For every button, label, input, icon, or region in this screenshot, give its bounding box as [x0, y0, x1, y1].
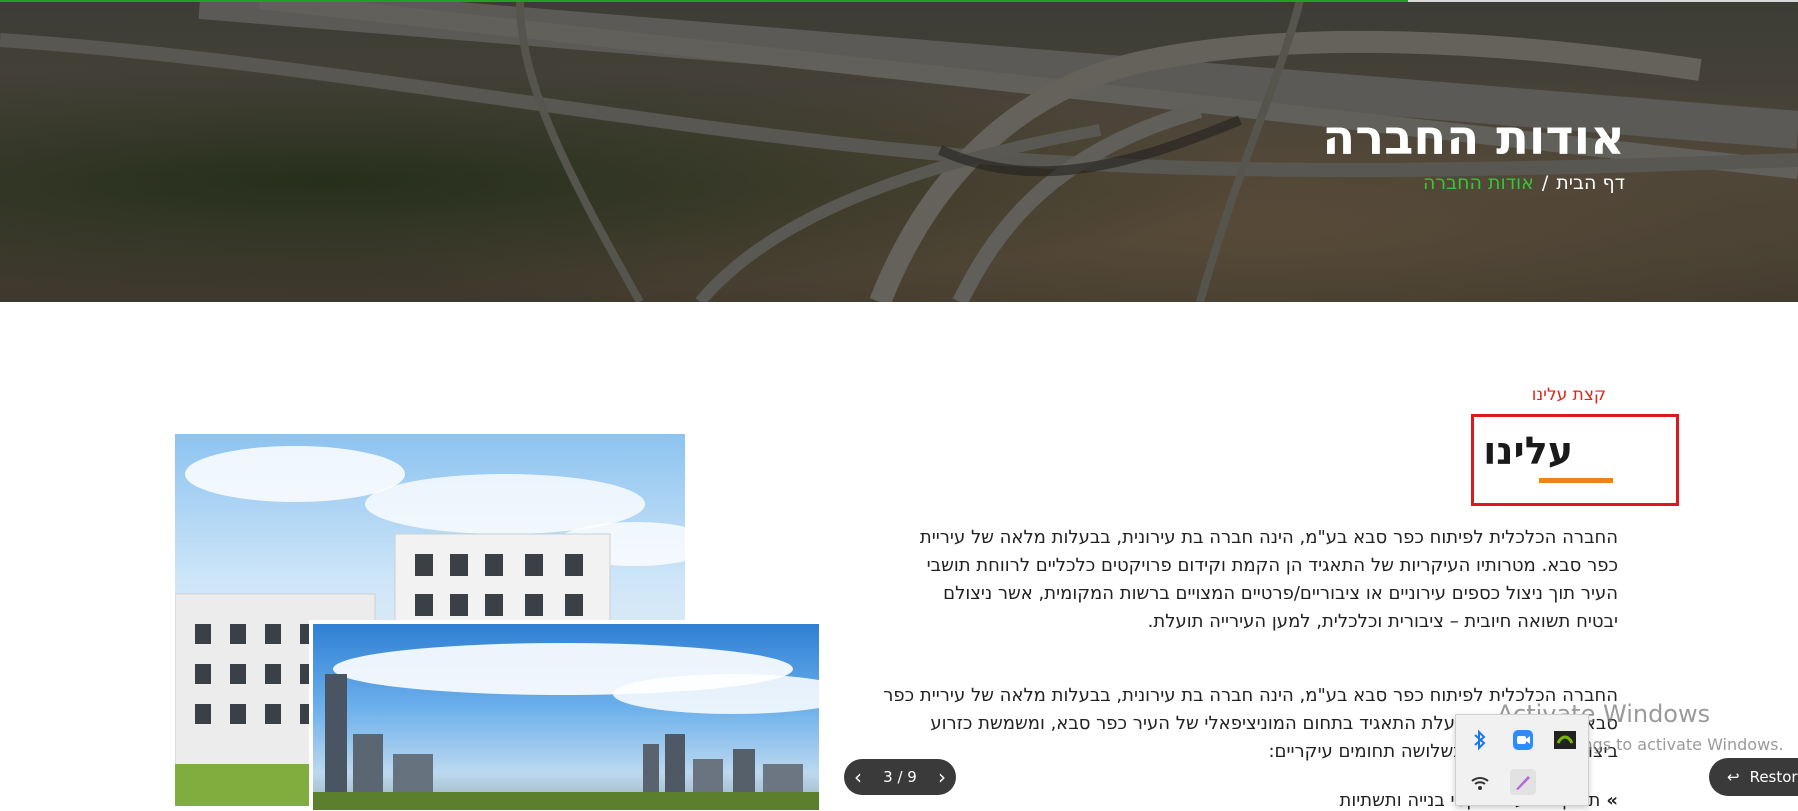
pager-next-button[interactable]: ›: [938, 767, 946, 787]
pager-prev-button[interactable]: ‹: [854, 767, 862, 787]
section-heading: עלינו: [1483, 429, 1573, 473]
nvidia-icon[interactable]: [1552, 727, 1578, 753]
double-chevron-icon: »: [1606, 790, 1618, 811]
section-eyebrow: קצת עלינו: [1531, 385, 1606, 405]
breadcrumb-current: אודות החברה: [1422, 172, 1534, 194]
return-arrow-icon: ↩: [1727, 768, 1740, 786]
breadcrumb-home-link[interactable]: דף הבית: [1556, 172, 1625, 194]
bluetooth-icon[interactable]: [1467, 727, 1493, 753]
about-paragraph-1: החברה הכלכלית לפיתוח כפר סבא בע"מ, הינה …: [919, 527, 1618, 632]
restore-label: Restore: [1749, 768, 1798, 786]
zoom-icon[interactable]: [1510, 727, 1536, 753]
wifi-icon[interactable]: [1467, 769, 1493, 795]
page-title: אודות החברה: [1322, 110, 1625, 166]
city-skyline-image: [309, 620, 819, 810]
breadcrumb-separator: /: [1541, 172, 1549, 194]
page-progress-bar: [0, 0, 1798, 2]
page-progress-fill: [0, 0, 1408, 2]
pager-counter: 3 / 9: [883, 768, 917, 786]
hero-banner: אודות החברה דף הבית / אודות החברה: [0, 0, 1798, 302]
image-pager: ‹ 3 / 9 ›: [844, 759, 956, 795]
heading-underline: [1539, 478, 1613, 483]
system-tray-overflow: [1455, 714, 1589, 806]
restore-button[interactable]: ↩ Restore: [1709, 758, 1798, 796]
pen-icon[interactable]: [1510, 769, 1536, 795]
breadcrumb: דף הבית / אודות החברה: [1423, 172, 1625, 194]
